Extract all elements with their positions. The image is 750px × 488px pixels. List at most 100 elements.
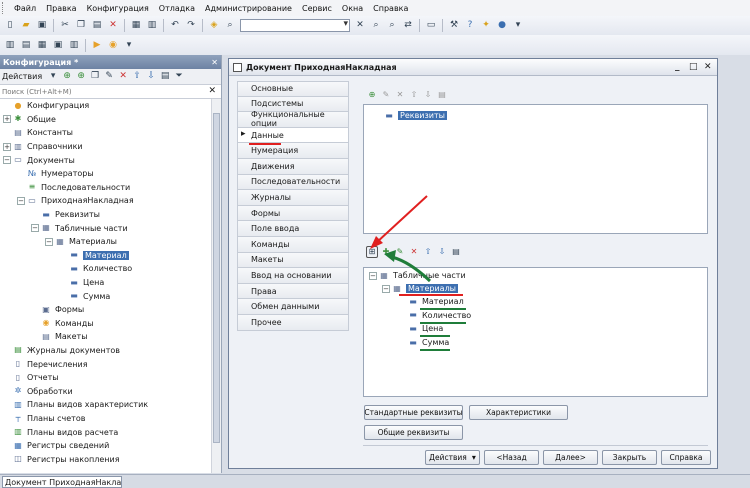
actions-button[interactable]: Действия ▾	[425, 450, 480, 465]
copy-item-icon[interactable]: ❐	[89, 71, 101, 83]
nav-item[interactable]: Журналы	[237, 190, 349, 206]
characteristics-button[interactable]: Характеристики	[469, 405, 568, 420]
tree-item[interactable]: ◫ Регистры накопления	[0, 452, 211, 466]
tip-icon[interactable]: ✦	[479, 19, 493, 33]
add-tabular-section-icon[interactable]: ⊞	[366, 246, 378, 258]
run-debug-icon[interactable]: ▶	[90, 38, 104, 52]
tree-item[interactable]: ▬ Реквизиты	[0, 208, 211, 222]
standard-attributes-button[interactable]: Стандартные реквизиты	[364, 405, 463, 420]
delete-item-icon[interactable]: ✕	[117, 71, 129, 83]
config-tree-scrollbar[interactable]	[211, 99, 221, 473]
actions-dropdown-icon[interactable]: ▾	[47, 71, 59, 83]
nav-item[interactable]: Права	[237, 283, 349, 300]
taskbar-document-item[interactable]: Документ ПриходнаяНакла...	[2, 476, 122, 488]
collapse-icon[interactable]: −	[3, 156, 11, 165]
tree-item[interactable]: + ▥ Справочники	[0, 140, 211, 154]
collapse-icon[interactable]: −	[31, 224, 39, 233]
module-icon[interactable]: ▤	[19, 38, 33, 52]
nav-item[interactable]: Данные	[237, 127, 349, 144]
attributes-node[interactable]: ▬ Реквизиты	[384, 111, 447, 120]
move-up-icon[interactable]: ⇧	[422, 246, 434, 258]
open-folder-icon[interactable]: ▰	[19, 19, 33, 33]
run-icon[interactable]: ◉	[106, 38, 120, 52]
tree-item[interactable]: − ▭ ПриходнаяНакладная	[0, 194, 211, 208]
tree-item[interactable]: ◉ Команды	[0, 317, 211, 331]
panel-close-icon[interactable]: ✕	[211, 58, 218, 67]
edit-attribute-icon[interactable]: ✎	[380, 89, 392, 101]
nav-item[interactable]: Функциональные опции	[237, 110, 349, 128]
delete-attribute-icon[interactable]: ✕	[394, 89, 406, 101]
actions-menu[interactable]: Действия	[2, 72, 42, 81]
tree-item[interactable]: + ✱ Общие	[0, 113, 211, 127]
config-search-input[interactable]	[2, 87, 192, 96]
collapse-icon[interactable]: −	[17, 196, 25, 205]
collapse-icon[interactable]: −	[382, 284, 390, 293]
add-child-icon[interactable]: ⊕	[75, 71, 87, 83]
edit-icon[interactable]: ✎	[103, 71, 115, 83]
tree-item[interactable]: ▯ Перечисления	[0, 357, 211, 371]
tree-item[interactable]: ▬ Сумма	[0, 289, 211, 303]
find-next-icon[interactable]: ⌕	[369, 19, 383, 33]
tree-item[interactable]: ▯ Отчеты	[0, 371, 211, 385]
window-icon[interactable]: ▭	[424, 19, 438, 33]
next-button[interactable]: Далее>	[543, 450, 598, 465]
cut-icon[interactable]: ✂	[58, 19, 72, 33]
find-prev-icon[interactable]: ⌕	[385, 19, 399, 33]
panel-icon[interactable]: ▥	[3, 38, 17, 52]
scrollbar-thumb[interactable]	[213, 113, 220, 443]
new-file-icon[interactable]: ▯	[3, 19, 17, 33]
collapse-icon[interactable]: −	[45, 237, 53, 246]
tabular-root-node[interactable]: − ▦ Табличные части	[369, 271, 466, 280]
sort-icon[interactable]: ▤	[159, 71, 171, 83]
save-icon[interactable]: ▣	[35, 19, 49, 33]
tabular-item[interactable]: ▬ Сумма	[408, 338, 449, 347]
update-icon[interactable]: ▥	[67, 38, 81, 52]
add-column-icon[interactable]: ✚	[380, 246, 392, 258]
info-icon[interactable]: ●	[495, 19, 509, 33]
tree-item[interactable]: − ▭ Документы	[0, 153, 211, 167]
menu-item[interactable]: Сервис	[297, 4, 337, 13]
tools-icon[interactable]: ⚒	[447, 19, 461, 33]
nav-item[interactable]: Команды	[237, 236, 349, 253]
move-down-icon[interactable]: ⇩	[422, 89, 434, 101]
menu-item[interactable]: Файл	[9, 4, 41, 13]
nav-item[interactable]: Нумерация	[237, 143, 349, 159]
menu-item[interactable]: Справка	[368, 4, 413, 13]
delete-icon[interactable]: ✕	[106, 19, 120, 33]
menu-item[interactable]: Конфигурация	[82, 4, 154, 13]
add-attribute-icon[interactable]: ⊕	[366, 89, 378, 101]
tree-item[interactable]: − ▦ Табличные части	[0, 221, 211, 235]
close-button[interactable]: Закрыть	[602, 450, 657, 465]
delete-tabular-icon[interactable]: ✕	[408, 246, 420, 258]
tabular-table-node[interactable]: − ▦ Материалы	[382, 284, 458, 293]
move-up-icon[interactable]: ⇧	[408, 89, 420, 101]
copy-icon[interactable]: ❐	[74, 19, 88, 33]
toolbar-more-icon[interactable]: ▾	[122, 38, 136, 52]
tree-item[interactable]: ▤ Журналы документов	[0, 344, 211, 358]
clear-search-icon[interactable]: ✕	[353, 19, 367, 33]
tree-item[interactable]: ▤ Константы	[0, 126, 211, 140]
preview-icon[interactable]: ▥	[145, 19, 159, 33]
search-clear-icon[interactable]: ✕	[208, 86, 216, 96]
sort-icon[interactable]: ▤	[450, 246, 462, 258]
tree-item[interactable]: ▤ Макеты	[0, 330, 211, 344]
menu-item[interactable]: Правка	[41, 4, 81, 13]
replace-icon[interactable]: ⇄	[401, 19, 415, 33]
tree-item[interactable]: ▣ Формы	[0, 303, 211, 317]
tree-item[interactable]: ▥ Планы видов расчета	[0, 425, 211, 439]
tabular-item[interactable]: ▬ Цена	[408, 324, 443, 333]
add-icon[interactable]: ⊕	[61, 71, 73, 83]
tree-item[interactable]: ▬ Цена	[0, 276, 211, 290]
sort-icon[interactable]: ▤	[436, 89, 448, 101]
minimize-icon[interactable]: _	[675, 62, 680, 72]
expand-icon[interactable]: +	[3, 142, 11, 151]
search-combo[interactable]	[240, 19, 350, 32]
back-button[interactable]: <Назад	[484, 450, 539, 465]
tree-item[interactable]: № Нумераторы	[0, 167, 211, 181]
toolbar-more-icon[interactable]: ▾	[511, 19, 525, 33]
maximize-icon[interactable]: □	[689, 62, 698, 72]
menu-item[interactable]: Отладка	[154, 4, 200, 13]
filter-icon[interactable]: ⏷	[173, 71, 185, 83]
undo-icon[interactable]: ↶	[168, 19, 182, 33]
help-icon[interactable]: ?	[463, 19, 477, 33]
